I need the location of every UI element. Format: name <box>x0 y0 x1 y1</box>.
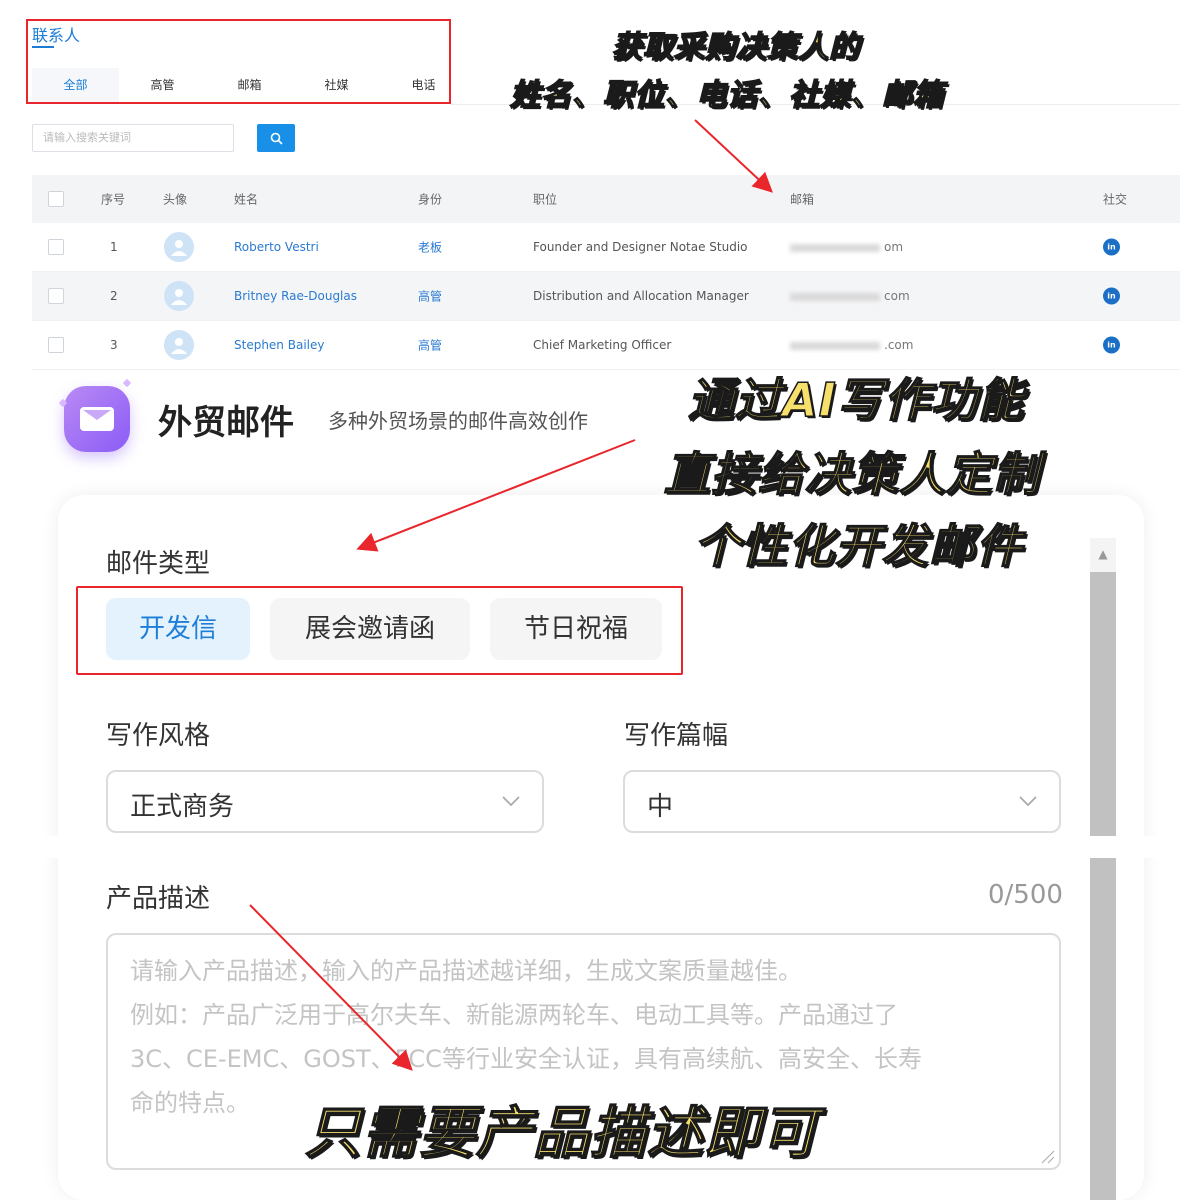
callout-mid-line3: 个性化开发邮件 <box>693 518 1023 574</box>
contact-name[interactable]: Roberto Vestri <box>234 240 319 254</box>
redacted-email <box>790 292 880 301</box>
contact-title: Distribution and Allocation Manager <box>533 289 749 303</box>
product-description-label: 产品描述 <box>106 884 211 914</box>
contact-title: Founder and Designer Notae Studio <box>533 240 748 254</box>
header-email: 邮箱 <box>790 192 815 207</box>
header-index: 序号 <box>101 192 126 207</box>
user-icon <box>171 240 187 256</box>
search-input[interactable]: 请输入搜索关键词 <box>32 124 234 152</box>
email-suffix: com <box>884 289 910 303</box>
module-subtitle: 多种外贸场景的邮件高效创作 <box>328 409 588 433</box>
linkedin-icon[interactable]: in <box>1103 336 1120 354</box>
char-counter: 0/500 <box>988 880 1063 910</box>
writing-length-value: 中 <box>647 792 674 822</box>
mail-app-icon <box>64 386 130 452</box>
contact-email[interactable]: com <box>790 289 910 303</box>
placeholder-line: 例如：产品广泛用于高尔夫车、新能源两轮车、电动工具等。产品通过了 <box>130 1001 898 1029</box>
contact-title: Chief Marketing Officer <box>533 338 672 352</box>
callout-top-line1: 获取采购决策人的 <box>611 29 860 66</box>
scrollbar[interactable]: ▲ <box>1090 538 1116 1200</box>
table-row[interactable]: 3 Stephen Bailey 高管 Chief Marketing Offi… <box>32 321 1180 370</box>
callout-mid-line1: 通过AI写作功能 <box>687 372 1025 428</box>
linkedin-icon[interactable]: in <box>1103 287 1120 305</box>
writing-style-select[interactable]: 正式商务 <box>106 770 544 833</box>
select-all-checkbox[interactable] <box>48 191 64 207</box>
email-suffix: .com <box>884 338 914 352</box>
scroll-up-icon[interactable]: ▲ <box>1090 538 1116 570</box>
table-row[interactable]: 2 Britney Rae-Douglas 高管 Distribution an… <box>32 272 1180 321</box>
header-avatar: 头像 <box>163 192 188 207</box>
user-icon <box>171 338 187 354</box>
scroll-thumb[interactable] <box>1090 572 1116 1200</box>
placeholder-line: 请输入产品描述，输入的产品描述越详细，生成文案质量越佳。 <box>130 957 802 985</box>
resize-handle-icon[interactable] <box>1039 1148 1055 1164</box>
highlight-box-tabs <box>26 19 451 104</box>
header-name: 姓名 <box>234 192 259 207</box>
avatar <box>164 330 194 360</box>
placeholder-line: 3C、CE-EMC、GOST、FCC等行业安全认证，具有高续航、高安全、长寿 <box>130 1045 922 1073</box>
avatar <box>164 232 194 262</box>
search-icon <box>270 132 283 145</box>
contact-role: 老板 <box>418 240 443 255</box>
table-header: 序号 头像 姓名 身份 职位 邮箱 社交 <box>32 175 1180 223</box>
module-title: 外贸邮件 <box>158 403 294 443</box>
linkedin-icon[interactable]: in <box>1103 238 1120 256</box>
row-index: 3 <box>110 338 118 352</box>
contact-email[interactable]: .com <box>790 338 913 352</box>
callout-top-line2: 姓名、职位、电话、社媒、邮箱 <box>509 77 944 114</box>
chevron-down-icon <box>1019 796 1037 807</box>
writing-style-label: 写作风格 <box>106 721 211 751</box>
contact-email[interactable]: om <box>790 240 903 254</box>
chevron-down-icon <box>502 796 520 807</box>
row-index: 2 <box>110 289 118 303</box>
contacts-table: 序号 头像 姓名 身份 职位 邮箱 社交 1 Roberto Vestri 老板… <box>32 175 1180 370</box>
writing-style-value: 正式商务 <box>130 792 235 822</box>
header-title: 职位 <box>533 192 558 207</box>
row-index: 1 <box>110 240 118 254</box>
row-checkbox[interactable] <box>48 288 64 304</box>
contact-name[interactable]: Stephen Bailey <box>234 338 324 352</box>
highlight-box-types <box>76 586 683 675</box>
callout-bottom: 只需要产品描述即可 <box>304 1100 818 1167</box>
row-checkbox[interactable] <box>48 239 64 255</box>
search-button[interactable] <box>257 124 295 152</box>
avatar <box>164 281 194 311</box>
email-type-label: 邮件类型 <box>106 549 211 579</box>
contact-role: 高管 <box>418 338 443 353</box>
email-suffix: om <box>884 240 904 254</box>
writing-length-label: 写作篇幅 <box>624 721 729 751</box>
redacted-email <box>790 243 880 252</box>
header-social: 社交 <box>1103 192 1128 207</box>
writing-length-select[interactable]: 中 <box>623 770 1061 833</box>
table-row[interactable]: 1 Roberto Vestri 老板 Founder and Designer… <box>32 223 1180 272</box>
contact-role: 高管 <box>418 289 443 304</box>
contacts-panel: 联系人 全部 高管 邮箱 社媒 电话 请输入搜索关键词 序号 头像 姓名 身份 … <box>0 0 1200 370</box>
section-gap <box>0 836 1200 858</box>
contact-name[interactable]: Britney Rae-Douglas <box>234 289 357 303</box>
redacted-email <box>790 341 880 350</box>
header-role: 身份 <box>418 192 443 207</box>
user-icon <box>171 289 187 305</box>
sparkle-icon <box>122 378 132 388</box>
envelope-icon <box>80 407 114 431</box>
callout-mid-line2: 直接给决策人定制 <box>663 446 1040 502</box>
row-checkbox[interactable] <box>48 337 64 353</box>
